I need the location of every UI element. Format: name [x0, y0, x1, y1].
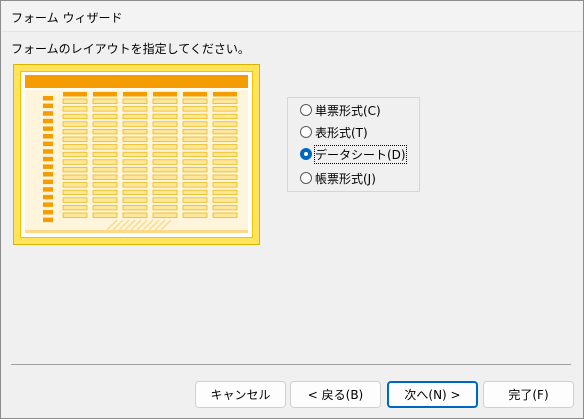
option-columnar-label: 単票形式(C) [315, 103, 381, 118]
option-tabular-label: 表形式(T) [315, 125, 368, 140]
option-datasheet[interactable]: データシート(D) [300, 144, 407, 164]
option-justified[interactable]: 帳票形式(J) [300, 169, 376, 187]
option-columnar[interactable]: 単票形式(C) [300, 101, 381, 119]
preview-footer-band [25, 230, 248, 233]
title-bar[interactable]: フォーム ウィザード [1, 1, 583, 32]
radio-justified[interactable] [300, 172, 312, 184]
radio-datasheet[interactable] [300, 148, 312, 160]
cancel-button[interactable]: キャンセル [195, 381, 286, 408]
layout-options-group: 単票形式(C) 表形式(T) データシート(D) 帳票形式(J) [287, 97, 420, 192]
preview-header-band [25, 75, 248, 88]
preview-body [25, 90, 248, 231]
window-title: フォーム ウィザード [11, 11, 123, 25]
next-button[interactable]: 次へ(N) > [387, 381, 478, 408]
radio-columnar[interactable] [300, 104, 312, 116]
option-tabular[interactable]: 表形式(T) [300, 123, 368, 141]
back-button[interactable]: < 戻る(B) [290, 381, 381, 408]
instruction-text: フォームのレイアウトを指定してください。 [11, 42, 250, 56]
layout-preview-image [13, 64, 260, 245]
form-wizard-dialog: フォーム ウィザード フォームのレイアウトを指定してください。 単票形式(C) … [0, 0, 584, 419]
option-justified-label: 帳票形式(J) [315, 171, 376, 186]
option-datasheet-label: データシート(D) [314, 144, 407, 164]
radio-tabular[interactable] [300, 126, 312, 138]
footer-separator [11, 364, 571, 365]
finish-button[interactable]: 完了(F) [483, 381, 574, 408]
datasheet-preview-icon [43, 92, 238, 231]
preview-frame [20, 71, 253, 238]
